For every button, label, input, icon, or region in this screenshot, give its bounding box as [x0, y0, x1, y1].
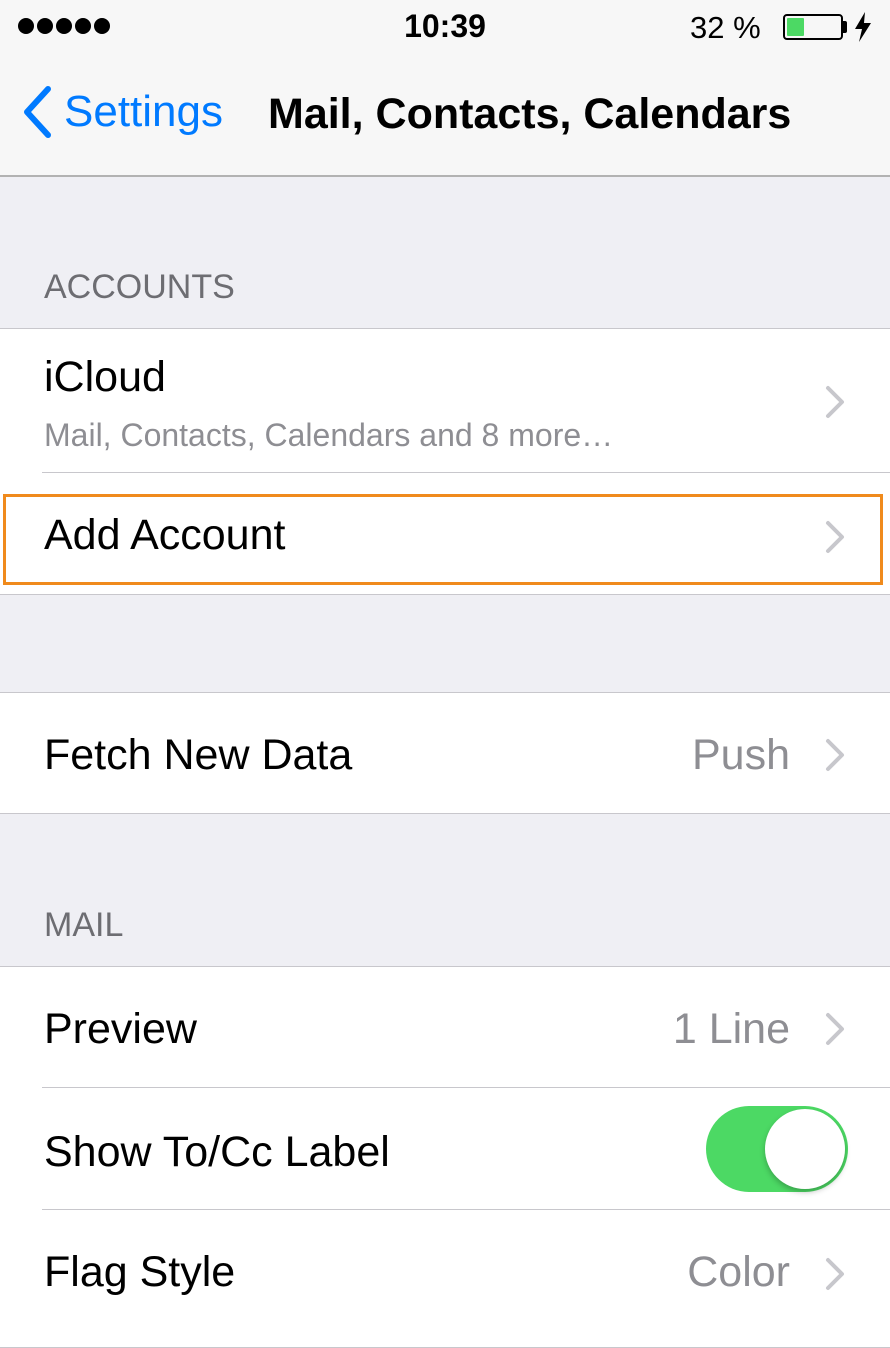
status-bar: 10:39 32 % — [0, 0, 890, 56]
charging-icon — [855, 12, 871, 42]
back-button[interactable]: Settings — [22, 86, 223, 138]
show-to-cc-toggle[interactable] — [706, 1106, 848, 1192]
preview-value: 1 Line — [672, 1005, 790, 1053]
back-button-label: Settings — [64, 87, 223, 136]
fetch-new-data-row[interactable]: Fetch New Data Push — [0, 693, 890, 813]
chevron-right-icon — [826, 1013, 844, 1045]
icloud-detail: Mail, Contacts, Calendars and 8 more… — [44, 417, 614, 453]
toggle-knob — [765, 1109, 845, 1189]
section-header-mail: MAIL — [44, 906, 124, 944]
chevron-left-icon — [24, 86, 51, 138]
preview-label: Preview — [44, 1005, 197, 1053]
chevron-right-icon — [826, 386, 844, 418]
chevron-right-icon — [826, 739, 844, 771]
fetch-new-data-value: Push — [691, 731, 790, 779]
battery-nub — [843, 21, 847, 33]
fetch-group: Fetch New Data Push — [0, 692, 890, 814]
icloud-row[interactable]: iCloud Mail, Contacts, Calendars and 8 m… — [0, 329, 890, 472]
flag-style-row[interactable]: Flag Style Color — [0, 1210, 890, 1331]
flag-style-label: Flag Style — [44, 1248, 236, 1296]
navigation-bar: Settings Mail, Contacts, Calendars — [0, 56, 890, 177]
icloud-label: iCloud — [44, 353, 166, 401]
section-header-accounts: ACCOUNTS — [44, 268, 235, 306]
show-to-cc-label: Show To/Cc Label — [44, 1128, 390, 1176]
chevron-right-icon — [826, 1258, 844, 1290]
preview-row[interactable]: Preview 1 Line — [0, 967, 890, 1087]
battery-icon — [783, 14, 843, 40]
flag-style-value: Color — [687, 1248, 790, 1296]
battery-percentage: 32 % — [690, 10, 761, 45]
highlight-box — [3, 494, 883, 585]
page-title: Mail, Contacts, Calendars — [268, 90, 792, 138]
fetch-new-data-label: Fetch New Data — [44, 731, 353, 779]
